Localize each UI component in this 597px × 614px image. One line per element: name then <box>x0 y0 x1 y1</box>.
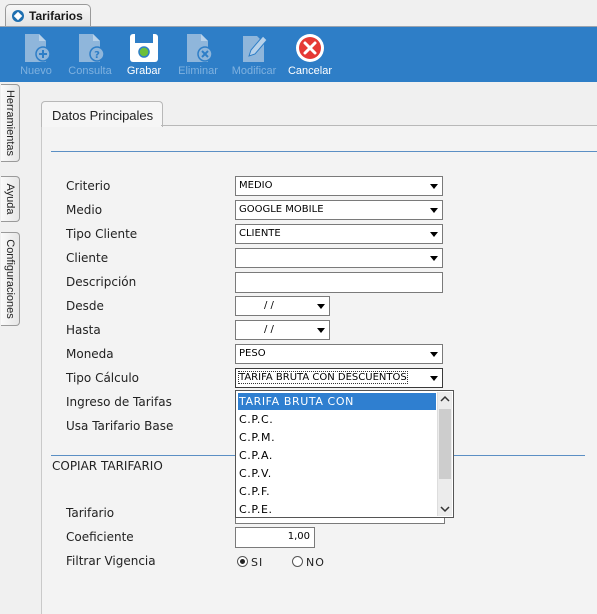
criterio-select[interactable]: MEDIO <box>235 176 443 196</box>
vigencia-si-label: SI <box>251 556 264 569</box>
vigencia-si-radio[interactable] <box>237 556 248 567</box>
filtrar-vigencia-label: Filtrar Vigencia <box>66 554 156 568</box>
toolbar: Nuevo ? Consulta Grabar Eliminar Modific… <box>8 27 597 82</box>
side-tab-herramientas-label: Herramientas <box>4 89 16 157</box>
moneda-value: PESO <box>239 348 266 359</box>
cliente-label: Cliente <box>66 251 109 265</box>
criterio-label: Criterio <box>66 179 111 193</box>
moneda-label: Moneda <box>66 347 114 361</box>
side-tab-herramientas[interactable]: Herramientas <box>1 84 20 162</box>
dropdown-option[interactable]: C.P.A. <box>238 447 436 464</box>
tipo-calculo-dropdown-list[interactable]: TARIFA BRUTA CON DESCUENTOS C.P.C. C.P.M… <box>235 390 454 518</box>
tipo-calculo-label: Tipo Cálculo <box>66 371 140 385</box>
tipo-cliente-label: Tipo Cliente <box>66 227 138 241</box>
save-disk-icon <box>130 34 158 62</box>
tab-datos-principales-label: Datos Principales <box>52 108 154 123</box>
tarifario-label: Tarifario <box>66 506 115 520</box>
chevron-down-icon <box>430 184 438 189</box>
dropdown-option[interactable]: C.P.F. <box>238 483 436 500</box>
copiar-tarifario-title: COPIAR TARIFARIO <box>52 459 163 473</box>
desde-label: Desde <box>66 299 104 313</box>
descripcion-input[interactable] <box>235 272 443 293</box>
coeficiente-value: 1,00 <box>287 531 310 542</box>
medio-value: GOOGLE MOBILE <box>239 204 324 215</box>
ingreso-tarifas-label: Ingreso de Tarifas <box>66 395 172 409</box>
usa-tarifario-base-label: Usa Tarifario Base <box>66 419 174 433</box>
tipo-calculo-value: TARIFA BRUTA CON DESCUENTOS <box>238 371 408 384</box>
modificar-label: Modificar <box>231 65 277 77</box>
tipo-calculo-select[interactable]: TARIFA BRUTA CON DESCUENTOS <box>235 368 443 388</box>
delete-document-icon <box>187 34 213 62</box>
side-tab-configuraciones-label: Configuraciones <box>4 239 16 319</box>
cancelar-button[interactable]: Cancelar <box>282 27 338 82</box>
new-document-icon <box>25 34 51 62</box>
consulta-label: Consulta <box>68 65 112 77</box>
vigencia-no-label: NO <box>306 556 325 569</box>
eliminar-label: Eliminar <box>178 65 218 77</box>
side-tab-ayuda-label: Ayuda <box>4 183 16 215</box>
chevron-down-icon <box>430 352 438 357</box>
criterio-value: MEDIO <box>239 180 273 191</box>
hasta-date-select[interactable]: / / <box>235 320 330 340</box>
desde-date-select[interactable]: / / <box>235 296 330 316</box>
chevron-down-icon <box>317 304 325 309</box>
vigencia-no-radio[interactable] <box>292 556 303 567</box>
coeficiente-input[interactable]: 1,00 <box>235 527 315 548</box>
dropdown-option[interactable]: C.P.V. <box>238 465 436 482</box>
dropdown-option[interactable]: C.P.E. <box>238 501 436 515</box>
grabar-label: Grabar <box>126 65 162 77</box>
dropdown-option[interactable]: TARIFA BRUTA CON DESCUENTOS <box>238 393 436 425</box>
moneda-select[interactable]: PESO <box>235 344 443 364</box>
hasta-label: Hasta <box>66 323 101 337</box>
section-divider-top <box>51 151 597 152</box>
cliente-select[interactable] <box>235 248 443 268</box>
chevron-down-icon <box>430 256 438 261</box>
modificar-button[interactable]: Modificar <box>226 27 282 82</box>
chevron-up-icon[interactable] <box>438 392 452 406</box>
window-tab-label: Tarifarios <box>29 8 83 23</box>
tab-datos-principales[interactable]: Datos Principales <box>41 101 163 127</box>
consulta-button[interactable]: ? Consulta <box>62 27 118 82</box>
desde-value: / / <box>264 300 274 311</box>
grabar-button[interactable]: Grabar <box>116 27 172 82</box>
side-tab-ayuda[interactable]: Ayuda <box>1 176 20 222</box>
medio-select[interactable]: GOOGLE MOBILE <box>235 200 443 220</box>
dropdown-option[interactable]: C.P.C. <box>238 411 436 428</box>
window-tabstrip: Tarifarios <box>0 0 597 27</box>
cancel-icon <box>296 34 324 62</box>
dropdown-option[interactable]: C.P.M. <box>238 429 436 446</box>
nuevo-button[interactable]: Nuevo <box>8 27 64 82</box>
edit-document-icon <box>243 35 268 62</box>
nuevo-label: Nuevo <box>20 65 52 77</box>
scrollbar-thumb[interactable] <box>439 409 451 479</box>
toolbar-left-strip <box>0 27 8 82</box>
window-tab-tarifarios[interactable]: Tarifarios <box>5 4 91 26</box>
tipo-cliente-select[interactable]: CLIENTE <box>235 224 443 244</box>
hasta-value: / / <box>264 324 274 335</box>
medio-label: Medio <box>66 203 103 217</box>
dropdown-scrollbar[interactable] <box>437 392 452 516</box>
chevron-down-icon[interactable] <box>438 502 452 516</box>
coeficiente-label: Coeficiente <box>66 530 134 544</box>
chevron-down-icon <box>430 208 438 213</box>
chevron-down-icon <box>430 376 438 381</box>
query-document-icon: ? <box>79 34 105 62</box>
app-icon <box>12 9 24 22</box>
tab-underline <box>161 125 597 126</box>
cancelar-label: Cancelar <box>287 65 333 77</box>
descripcion-label: Descripción <box>66 275 137 289</box>
eliminar-button[interactable]: Eliminar <box>170 27 226 82</box>
tipo-cliente-value: CLIENTE <box>239 228 281 239</box>
svg-text:?: ? <box>94 50 100 61</box>
side-tab-configuraciones[interactable]: Configuraciones <box>1 232 20 326</box>
chevron-down-icon <box>317 328 325 333</box>
chevron-down-icon <box>430 232 438 237</box>
